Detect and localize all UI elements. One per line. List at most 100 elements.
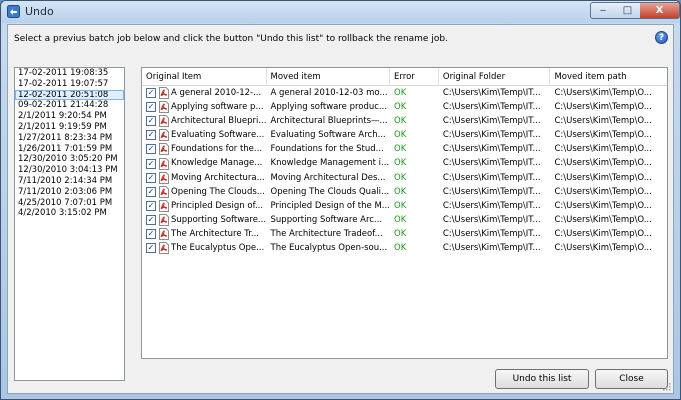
moved-item-path-cell: C:\Users\Kim\Temp\O...	[554, 130, 652, 141]
help-icon[interactable]: ?	[655, 31, 668, 44]
table-row[interactable]: ✓ The Architecture Tr... The Architecture …	[142, 227, 667, 241]
pdf-file-icon	[159, 129, 169, 142]
error-cell: OK	[394, 228, 407, 239]
title-bar[interactable]: Undo ‒ □ X	[1, 1, 680, 23]
table-row[interactable]: ✓ Knowledge Manage... Knowledge Management…	[142, 156, 667, 170]
table-row[interactable]: ✓ The Eucalyptus Ope... The Eucalyptus Ope…	[142, 241, 667, 255]
column-moved-item[interactable]: Moved item	[267, 68, 391, 86]
table-row[interactable]: ✓ A general 2010-12-... A general 2010-12-…	[142, 86, 667, 100]
original-item-cell: ✓ Knowledge Manage...	[142, 156, 267, 170]
pdf-file-icon	[159, 242, 169, 255]
checkmark-icon: ✓	[147, 158, 155, 168]
table-row[interactable]: ✓ Evaluating Software... Evaluating Softwa…	[142, 128, 667, 142]
batch-list-item[interactable]: 12/30/2010 3:04:13 PM	[15, 165, 124, 176]
pdf-file-icon	[159, 213, 169, 226]
moved-item-cell: Foundations for the Stud...	[270, 144, 384, 155]
table-row[interactable]: ✓ Applying software p... Applying software…	[142, 100, 667, 114]
batch-list-item[interactable]: 09-02-2011 21:44:28	[15, 100, 124, 111]
batch-list-item[interactable]: 4/2/2010 3:15:02 PM	[15, 208, 124, 219]
grid-header: Original Item Moved item Error Original …	[142, 68, 667, 86]
row-checkbox[interactable]: ✓	[146, 228, 156, 239]
minimize-icon: ‒	[599, 5, 607, 16]
items-grid: Original Item Moved item Error Original …	[141, 67, 668, 359]
original-item-cell: ✓ Opening The Clouds...	[142, 185, 267, 199]
original-folder-cell: C:\Users\Kim\Temp\IT...	[442, 200, 541, 211]
row-checkbox[interactable]: ✓	[146, 130, 156, 141]
table-row[interactable]: ✓ Moving Architectura... Moving Architectu…	[142, 171, 667, 185]
column-original-folder[interactable]: Original Folder	[439, 68, 551, 86]
table-row[interactable]: ✓ Supporting Software... Supporting Softwa…	[142, 213, 667, 227]
original-folder-cell: C:\Users\Kim\Temp\IT...	[442, 228, 541, 239]
batch-list-item[interactable]: 4/25/2010 7:07:01 PM	[15, 198, 124, 209]
row-checkbox[interactable]: ✓	[146, 88, 156, 99]
error-cell: OK	[394, 172, 407, 183]
checkmark-icon: ✓	[147, 88, 155, 98]
row-checkbox[interactable]: ✓	[146, 116, 156, 127]
checkmark-icon: ✓	[147, 144, 155, 154]
pdf-file-icon	[159, 101, 169, 114]
moved-item-path-cell: C:\Users\Kim\Temp\O...	[554, 200, 652, 211]
original-item-cell: ✓ Applying software p...	[142, 100, 267, 114]
batch-list-item[interactable]: 17-02-2011 19:08:35	[15, 68, 124, 79]
batch-list-item[interactable]: 1/27/2011 8:23:34 PM	[15, 133, 124, 144]
moved-item-path-cell: C:\Users\Kim\Temp\O...	[554, 186, 652, 197]
moved-item-path-cell: C:\Users\Kim\Temp\O...	[554, 158, 652, 169]
original-item-cell: ✓ Moving Architectura...	[142, 171, 267, 185]
minimize-button[interactable]: ‒	[590, 2, 616, 19]
moved-item-cell: Supporting Software Arc...	[270, 214, 383, 225]
resize-grip-icon[interactable]	[661, 381, 671, 391]
row-checkbox[interactable]: ✓	[146, 102, 156, 113]
dialog-body: Select a previus batch job below and cli…	[7, 24, 674, 394]
checkmark-icon: ✓	[147, 172, 155, 182]
batch-list-item[interactable]: 1/26/2011 7:01:59 PM	[15, 144, 124, 155]
original-folder-cell: C:\Users\Kim\Temp\IT...	[442, 172, 541, 183]
table-row[interactable]: ✓ Principled Design of... Principled Desig…	[142, 199, 667, 213]
table-row[interactable]: ✓ Opening The Clouds... Opening The Clouds…	[142, 185, 667, 199]
pdf-file-icon	[159, 143, 169, 156]
column-original-item[interactable]: Original Item	[142, 68, 267, 86]
row-checkbox[interactable]: ✓	[146, 172, 156, 183]
pdf-file-icon	[159, 199, 169, 212]
pdf-file-icon	[159, 87, 169, 100]
error-cell: OK	[394, 116, 407, 127]
moved-item-cell: Principled Design of the M...	[270, 200, 390, 211]
grid-body: ✓ A general 2010-12-... A general 2010-12-…	[142, 86, 667, 255]
table-row[interactable]: ✓ Foundations for the... Foundations for t…	[142, 142, 667, 156]
batch-job-list[interactable]: 17-02-2011 19:08:35 17-02-2011 19:07:57 12…	[14, 67, 125, 381]
batch-list-item[interactable]: 12/30/2010 3:05:20 PM	[15, 154, 124, 165]
undo-this-list-button[interactable]: Undo this list	[495, 369, 589, 389]
row-checkbox[interactable]: ✓	[146, 186, 156, 197]
column-moved-item-path[interactable]: Moved item path	[550, 68, 667, 86]
moved-item-path-cell: C:\Users\Kim\Temp\O...	[554, 102, 652, 113]
pdf-file-icon	[159, 227, 169, 240]
error-cell: OK	[394, 102, 407, 113]
moved-item-cell: A general 2010-12-03 mo...	[270, 88, 388, 98]
moved-item-path-cell: C:\Users\Kim\Temp\O...	[554, 243, 652, 254]
window-close-button[interactable]: X	[640, 2, 680, 19]
close-button[interactable]: Close	[595, 369, 668, 389]
undo-app-icon	[7, 5, 20, 18]
batch-list-item[interactable]: 2/1/2011 9:19:59 PM	[15, 122, 124, 133]
row-checkbox[interactable]: ✓	[146, 214, 156, 225]
row-checkbox[interactable]: ✓	[146, 158, 156, 169]
close-icon: X	[655, 5, 664, 16]
maximize-button[interactable]: □	[615, 2, 641, 19]
original-item-text: Supporting Software...	[171, 214, 267, 225]
batch-list-item[interactable]: 7/11/2010 2:03:06 PM	[15, 187, 124, 198]
row-checkbox[interactable]: ✓	[146, 200, 156, 211]
moved-item-cell: Architectural Blueprints—...	[270, 116, 388, 127]
error-cell: OK	[394, 186, 407, 197]
table-row[interactable]: ✓ Architectural Bluepri... Architectural B…	[142, 114, 667, 128]
moved-item-path-cell: C:\Users\Kim\Temp\O...	[554, 144, 652, 155]
row-checkbox[interactable]: ✓	[146, 144, 156, 155]
batch-list-item[interactable]: 2/1/2011 9:20:54 PM	[15, 111, 124, 122]
batch-list-item[interactable]: 7/11/2010 2:14:34 PM	[15, 176, 124, 187]
moved-item-path-cell: C:\Users\Kim\Temp\O...	[554, 214, 652, 225]
batch-list-item[interactable]: 17-02-2011 19:07:57	[15, 79, 124, 90]
row-checkbox[interactable]: ✓	[146, 243, 156, 254]
column-error[interactable]: Error	[390, 68, 439, 86]
moved-item-cell: Opening The Clouds Quali...	[270, 186, 390, 197]
batch-list-item[interactable]: 12-02-2011 20:51:08	[15, 89, 124, 101]
moved-item-cell: Knowledge Management i...	[270, 158, 390, 169]
moved-item-path-cell: C:\Users\Kim\Temp\O...	[554, 172, 652, 183]
